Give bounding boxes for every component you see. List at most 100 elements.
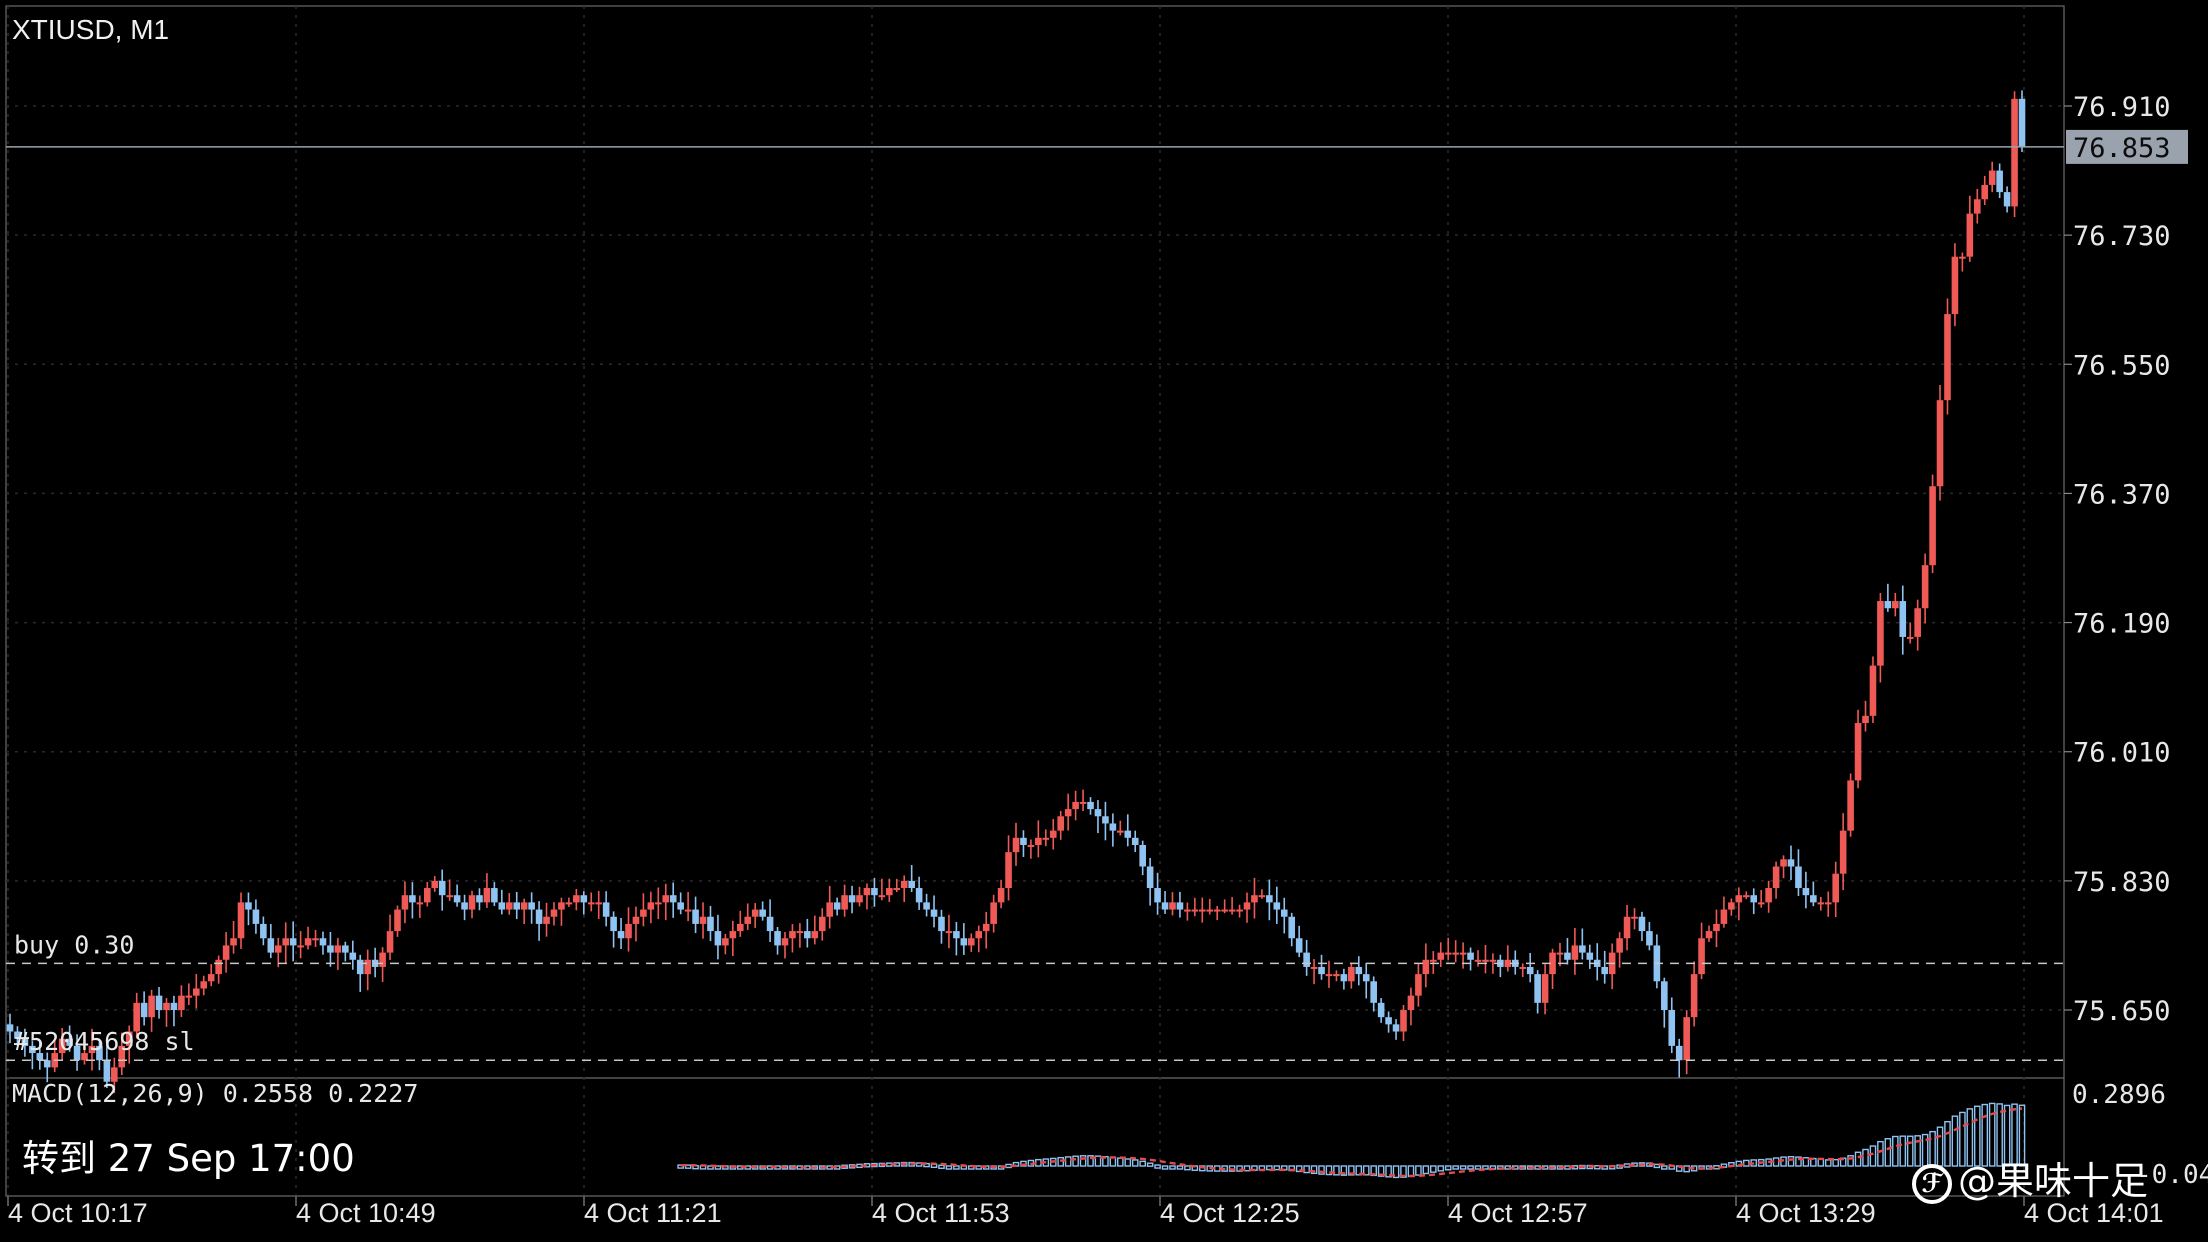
candle-body <box>789 931 796 939</box>
candle-body <box>394 909 401 932</box>
candle-body <box>1474 959 1482 962</box>
candle-body <box>1422 959 1430 975</box>
price-tick-label: 76.550 <box>2073 350 2171 381</box>
macd-bar <box>938 1164 945 1170</box>
candle-body <box>1638 916 1646 932</box>
macd-bar <box>1430 1165 1437 1173</box>
candle-body <box>692 909 699 924</box>
watermark: ℱ @果味十足 <box>1912 1150 2148 1205</box>
candle-body <box>990 902 997 924</box>
candle-body <box>1698 938 1705 975</box>
macd-bar <box>1035 1158 1042 1167</box>
candle-body <box>1131 837 1139 845</box>
macd-bar <box>1452 1165 1459 1170</box>
candle-body <box>1243 902 1251 910</box>
candle-body <box>461 902 468 910</box>
sl-line-label: #52045698 sl <box>14 1027 195 1056</box>
candle-body <box>1377 1002 1385 1018</box>
candle-body <box>513 902 521 910</box>
candle-body <box>1035 837 1042 845</box>
candle-body <box>1109 823 1117 831</box>
candle-body <box>1221 909 1228 912</box>
candle-body <box>1161 902 1169 910</box>
candle-body <box>535 909 543 924</box>
macd-bar <box>1713 1165 1720 1170</box>
macd-bar <box>1139 1160 1146 1167</box>
candle-body <box>1996 170 2003 193</box>
candle-body <box>1772 866 1780 889</box>
candle-body <box>1906 636 1914 639</box>
candle-body <box>736 923 744 932</box>
macd-bar <box>1467 1165 1474 1170</box>
candle-body <box>565 902 573 905</box>
candle-body <box>1213 909 1221 912</box>
candle-body <box>945 931 953 934</box>
candle-body <box>297 945 304 948</box>
candle-body <box>1459 952 1467 955</box>
candle-body <box>1191 909 1199 912</box>
candle-body <box>930 909 938 917</box>
candle-body <box>558 902 565 910</box>
macd-label: MACD(12,26,9) 0.2558 0.2227 <box>12 1079 418 1108</box>
candle-body <box>632 916 640 924</box>
candle-body <box>900 880 908 889</box>
candle-body <box>1094 809 1102 817</box>
candle-body <box>669 895 677 903</box>
macd-bar <box>1459 1165 1467 1170</box>
candle-body <box>923 902 930 910</box>
macd-bar <box>1094 1155 1102 1167</box>
candle-body <box>1735 895 1743 903</box>
candle-body <box>1012 837 1020 853</box>
macd-bar <box>1124 1158 1132 1167</box>
candle-body <box>252 909 260 924</box>
candle-body <box>1944 314 1951 401</box>
candle-body <box>520 902 528 910</box>
candle-body <box>1400 1010 1407 1032</box>
macd-bar <box>1131 1159 1139 1167</box>
candle-body <box>707 916 714 932</box>
price-chart[interactable]: 76.910 76.730 76.550 76.370 76.190 76.010 75.8… <box>0 0 2208 1242</box>
macd-bar <box>1832 1158 1840 1167</box>
candle-body <box>1437 952 1445 960</box>
macd-bar <box>1742 1159 1750 1167</box>
macd-bar <box>1817 1158 1825 1167</box>
candle-body <box>1802 888 1810 896</box>
candle-body <box>163 1002 170 1010</box>
candle-body <box>1854 723 1862 781</box>
candle-body <box>1661 981 1668 1010</box>
candle-body <box>871 888 878 896</box>
candle-body <box>431 880 439 889</box>
candle-body <box>1720 909 1728 924</box>
candle-body <box>379 952 386 967</box>
candle-body <box>319 938 327 946</box>
candle-body <box>1929 486 1936 566</box>
candle-body <box>1362 974 1370 982</box>
candle-body <box>2018 98 2026 147</box>
candle-body <box>155 995 163 1010</box>
candle-body <box>826 902 834 917</box>
goto-date-label[interactable]: 转到 27 Sep 17:00 <box>22 1128 355 1182</box>
candle-body <box>766 916 774 932</box>
candle-body <box>1020 837 1027 845</box>
macd-bar <box>1184 1165 1191 1171</box>
macd-bar <box>1161 1165 1169 1170</box>
candle-body <box>677 902 684 910</box>
candle-body <box>1146 866 1154 889</box>
candle-body <box>1355 966 1363 975</box>
candle-body <box>744 916 752 924</box>
macd-bar <box>1884 1138 1892 1167</box>
macd-bar <box>953 1165 960 1170</box>
candle-body <box>342 945 349 953</box>
symbol-label: XTIUSD, M1 <box>12 14 169 45</box>
candle-body <box>386 931 394 953</box>
chart-grid <box>5 5 2065 1197</box>
candle-body <box>334 945 342 953</box>
candle-body <box>595 902 602 905</box>
candle-body <box>818 916 826 932</box>
candle-body <box>1295 938 1303 953</box>
candle-body <box>498 902 506 910</box>
macd-panel <box>677 1102 2026 1179</box>
candle-body <box>140 1002 148 1018</box>
candle-body <box>856 895 863 903</box>
time-tick-label: 4 Oct 11:21 <box>584 1198 722 1228</box>
